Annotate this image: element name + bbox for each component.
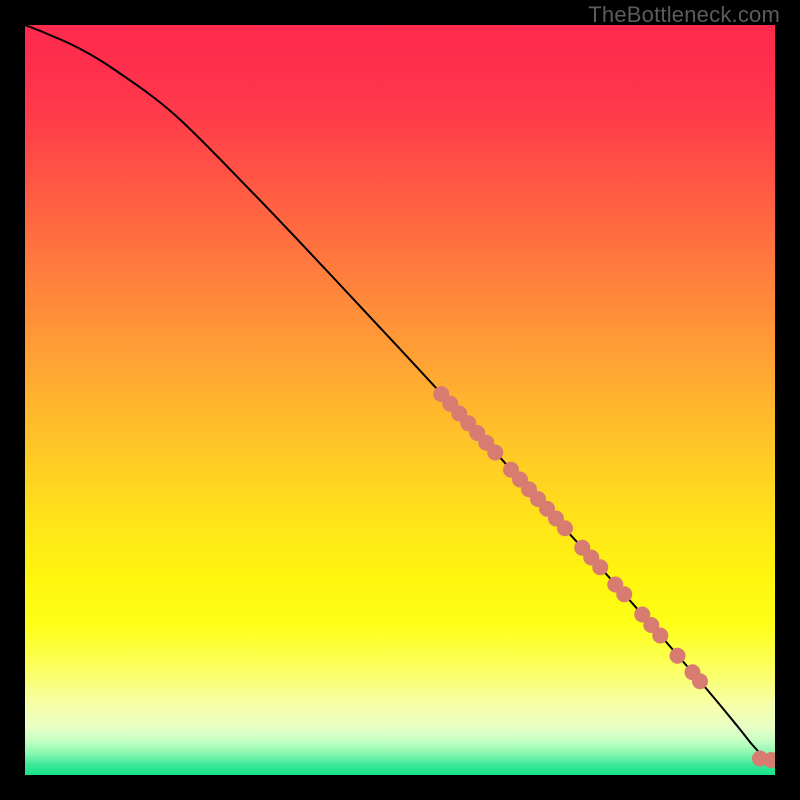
- data-marker: [557, 520, 573, 536]
- gradient-background: [25, 25, 775, 775]
- data-marker: [592, 559, 608, 575]
- data-marker: [616, 586, 632, 602]
- data-marker: [692, 673, 708, 689]
- data-marker: [652, 628, 668, 644]
- chart-svg: [25, 25, 775, 775]
- data-marker: [487, 445, 503, 461]
- chart-stage: TheBottleneck.com: [0, 0, 800, 800]
- data-marker: [670, 648, 686, 664]
- plot-area: [25, 25, 775, 775]
